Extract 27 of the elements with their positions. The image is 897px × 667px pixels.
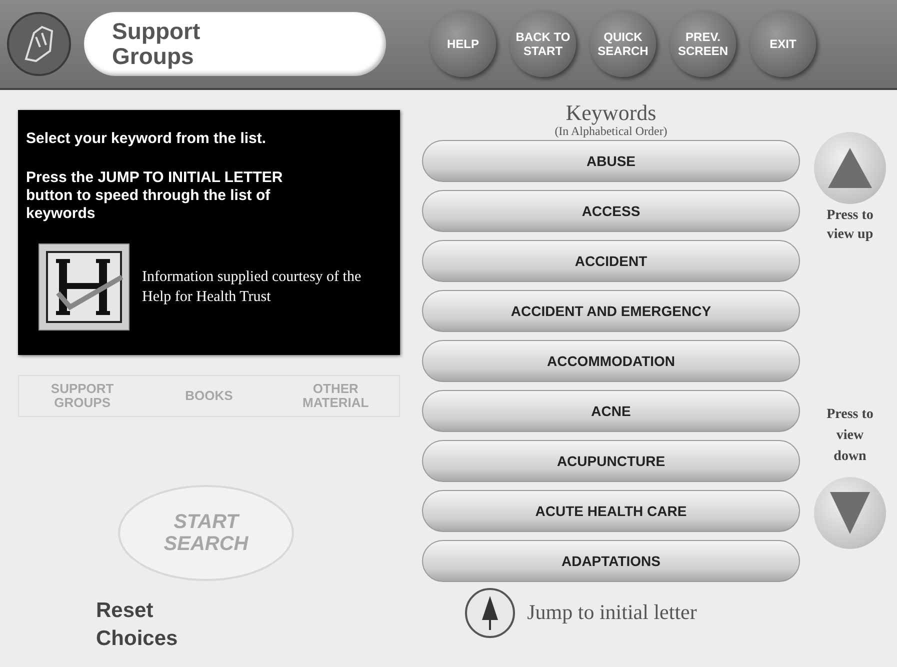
keyword-button[interactable]: ACCESS <box>422 190 800 232</box>
keyword-button[interactable]: ACUPUNCTURE <box>422 440 800 482</box>
round-button[interactable]: PREV. SCREEN <box>670 11 736 77</box>
keywords-subtitle: (In Alphabetical Order) <box>554 124 668 138</box>
keywords-title: Keywords <box>566 102 656 124</box>
reset-choices-text[interactable]: Reset Choices <box>96 597 186 653</box>
health-trust-logo-icon <box>38 242 130 330</box>
round-button[interactable]: BACK TO START <box>510 11 576 77</box>
jump-hint-text: Press the JUMP TO INITIAL LETTER button to speed through the list of keywords <box>26 168 284 222</box>
round-button[interactable]: QUICK SEARCH <box>590 11 656 77</box>
up-triangle-icon <box>828 148 872 188</box>
page-title: Support Groups <box>84 12 386 76</box>
keyword-button[interactable]: ACCOMMODATION <box>422 340 800 382</box>
jump-button[interactable] <box>465 588 516 638</box>
keyword-button[interactable]: ACCIDENT <box>422 240 800 282</box>
jump-label: Jump to initial letter <box>527 599 697 626</box>
keyword-button[interactable]: ACCIDENT AND EMERGENCY <box>422 290 800 332</box>
keyword-button[interactable]: ACUTE HEALTH CARE <box>422 490 800 532</box>
keyword-button[interactable]: ADAPTATIONS <box>422 540 800 582</box>
credit-text: Information supplied courtesy of the Help for Health Trust <box>142 268 362 306</box>
scroll-up-label: Press to view up <box>826 207 874 244</box>
scroll-down-label: Press to view down <box>826 406 874 466</box>
down-triangle-icon <box>830 492 870 534</box>
keyword-button[interactable]: ABUSE <box>422 140 800 182</box>
tree-arrow-icon <box>480 596 500 630</box>
keyword-button[interactable]: ACNE <box>422 390 800 432</box>
instruction-text: Select your keyword from the list. <box>26 129 268 149</box>
